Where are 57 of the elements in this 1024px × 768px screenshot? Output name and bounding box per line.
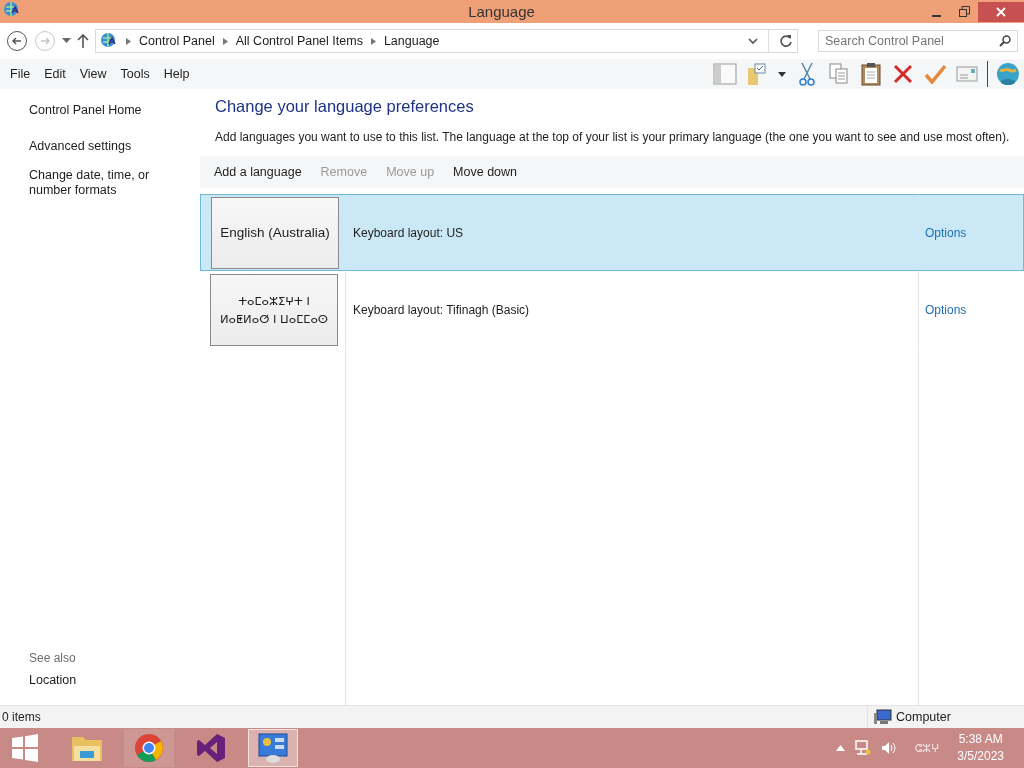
keyboard-layout: Keyboard layout: US bbox=[353, 225, 464, 240]
breadcrumb[interactable]: Control Panel bbox=[139, 34, 215, 48]
app-icon bbox=[3, 1, 21, 19]
menu-item[interactable]: Tools bbox=[120, 67, 150, 81]
menu-item[interactable]: Edit bbox=[44, 67, 66, 81]
menu-item[interactable]: File bbox=[10, 67, 31, 81]
delete-icon[interactable] bbox=[891, 62, 915, 86]
speaker-icon[interactable] bbox=[880, 741, 897, 755]
close-button[interactable] bbox=[978, 1, 1024, 22]
options-link[interactable]: Options bbox=[925, 225, 967, 240]
page-heading: Change your language preferences bbox=[215, 97, 475, 116]
action-button[interactable]: Move down bbox=[453, 165, 518, 179]
search-field[interactable]: Search Control Panel bbox=[818, 30, 1018, 52]
options-link[interactable]: Options bbox=[925, 302, 967, 317]
chevron-icon bbox=[222, 37, 228, 45]
item-count: 0 items bbox=[2, 710, 42, 724]
chevron-icon bbox=[126, 37, 131, 45]
language-row[interactable]: English (Australia) bbox=[200, 194, 345, 271]
see-also-heading: See also bbox=[29, 651, 77, 665]
folder-icon[interactable] bbox=[745, 62, 769, 86]
chevron-icon bbox=[370, 37, 376, 45]
sidebar-link[interactable]: Change date, time, or number formats bbox=[29, 168, 194, 198]
up-button[interactable] bbox=[77, 34, 89, 48]
control-panel-icon[interactable] bbox=[248, 729, 298, 767]
language-row[interactable]: ⵜⴰⵎⴰⵣⵉⵖⵜ ⵏ ⵍⴰⵟⵍⴰⵚ ⵏ ⵡⴰⵎⵎⴰⵙ bbox=[200, 271, 345, 348]
keyboard-layout: Keyboard layout: Tifinagh (Basic) bbox=[353, 302, 530, 317]
network-icon[interactable] bbox=[854, 740, 871, 756]
minimize-icon bbox=[931, 14, 941, 17]
globe-icon[interactable] bbox=[996, 62, 1020, 86]
restore-icon bbox=[958, 6, 970, 17]
recent-pages-caret-icon[interactable] bbox=[62, 38, 71, 44]
back-button[interactable] bbox=[6, 30, 28, 52]
breadcrumb[interactable]: All Control Panel Items bbox=[235, 34, 363, 48]
action-button[interactable]: Add a language bbox=[214, 165, 302, 179]
clipboard-icon[interactable] bbox=[859, 62, 883, 86]
language-tile[interactable]: ⵜⴰⵎⴰⵣⵉⵖⵜ ⵏ ⵍⴰⵟⵍⴰⵚ ⵏ ⵡⴰⵎⵎⴰⵙ bbox=[210, 273, 338, 346]
location-label: Computer bbox=[896, 710, 951, 724]
chrome-icon[interactable] bbox=[124, 729, 174, 767]
menu-item[interactable]: View bbox=[79, 67, 107, 81]
sidebar-link[interactable]: Advanced settings bbox=[29, 139, 194, 154]
description: Add languages you want to use to this list. The language at the top of your list is your primary language (the one you want to see and use most often). bbox=[215, 130, 1011, 144]
language-tile[interactable]: English (Australia) bbox=[211, 196, 339, 269]
window-title: Language bbox=[467, 3, 536, 20]
search-icon bbox=[999, 35, 1011, 47]
breadcrumb[interactable]: Language bbox=[383, 34, 440, 48]
address-bar[interactable]: Control Panel All Control Panel Items Language bbox=[95, 29, 798, 53]
close-icon bbox=[996, 6, 1006, 17]
menu-item[interactable]: Help bbox=[163, 67, 190, 81]
sidebar-link[interactable]: Location bbox=[29, 673, 200, 687]
windows-logo-icon bbox=[11, 734, 39, 762]
show-hidden-icons[interactable] bbox=[835, 745, 845, 751]
computer-icon bbox=[874, 709, 892, 725]
sidebar-link[interactable]: Control Panel Home bbox=[29, 103, 194, 118]
dropdown-icon[interactable] bbox=[748, 37, 758, 45]
location-icon bbox=[100, 32, 118, 50]
refresh-icon[interactable] bbox=[779, 34, 793, 48]
checkmark-icon[interactable] bbox=[923, 62, 947, 86]
